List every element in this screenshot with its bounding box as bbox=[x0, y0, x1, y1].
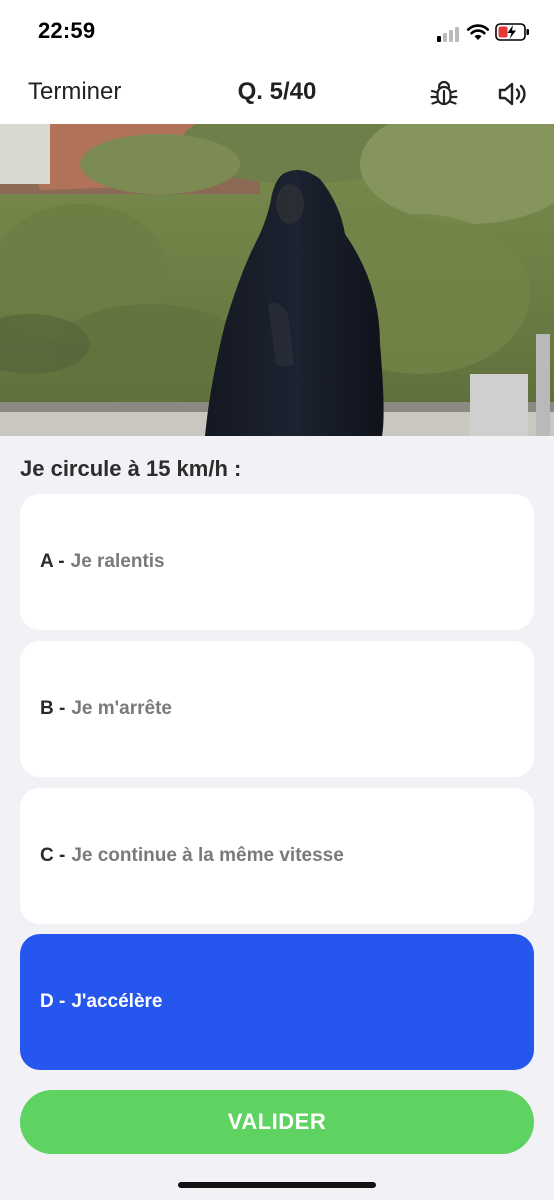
nav-bar: Terminer Q. 5/40 bbox=[0, 64, 554, 124]
question-photo bbox=[0, 124, 554, 436]
answer-letter: C - bbox=[40, 845, 66, 866]
status-time: 22:59 bbox=[38, 18, 96, 43]
home-indicator bbox=[178, 1182, 376, 1188]
speaker-icon[interactable] bbox=[496, 78, 530, 110]
finish-button[interactable]: Terminer bbox=[28, 78, 121, 106]
answer-label: J'accélère bbox=[71, 991, 163, 1012]
answer-letter: B - bbox=[40, 698, 66, 719]
answer-label: Je continue à la même vitesse bbox=[71, 845, 344, 866]
wifi-icon bbox=[466, 24, 490, 40]
answer-option-d[interactable]: D - J'accélère bbox=[20, 934, 534, 1070]
battery-charging-icon bbox=[495, 23, 529, 41]
bug-icon[interactable] bbox=[428, 78, 460, 110]
validate-button[interactable]: VALIDER bbox=[20, 1090, 534, 1154]
status-bar: 22:59 bbox=[0, 0, 554, 64]
quiz-screen: 22:59 Terminer Q. 5/40 Je circule à 15 k… bbox=[0, 0, 554, 1200]
pedestrian-photo bbox=[0, 124, 554, 436]
answer-option-c[interactable]: C - Je continue à la même vitesse bbox=[20, 788, 534, 924]
answer-letter: D - bbox=[40, 991, 66, 1012]
answer-letter: A - bbox=[40, 551, 65, 572]
answer-label: Je ralentis bbox=[70, 551, 165, 572]
question-text: Je circule à 15 km/h : bbox=[20, 456, 242, 481]
answer-label: Je m'arrête bbox=[71, 698, 172, 719]
cellular-signal-icon bbox=[437, 26, 463, 42]
answer-option-b[interactable]: B - Je m'arrête bbox=[20, 641, 534, 777]
answer-option-a[interactable]: A - Je ralentis bbox=[20, 494, 534, 630]
